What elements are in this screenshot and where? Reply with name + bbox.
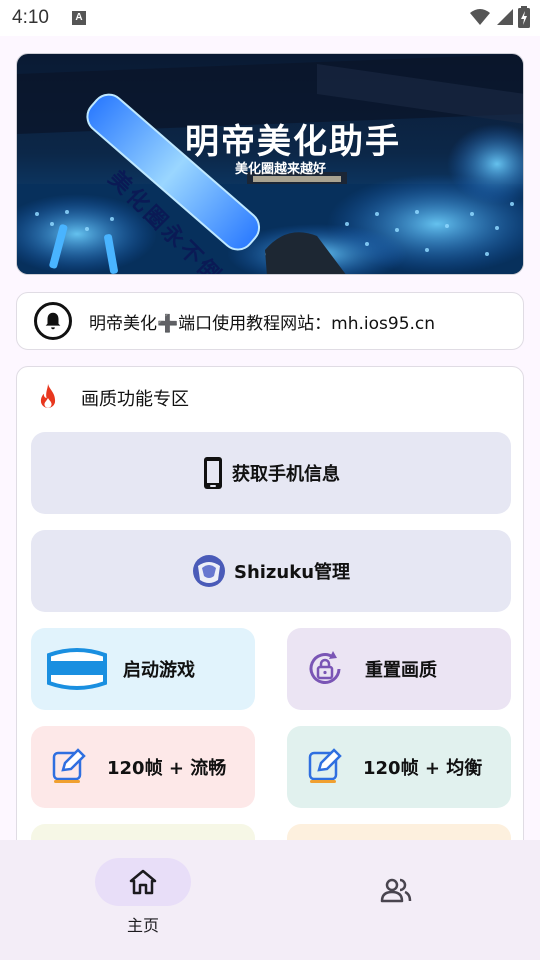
nav-home-button[interactable] xyxy=(95,858,191,906)
start-game-tile[interactable]: 启动游戏 xyxy=(31,628,255,710)
panel-title: 画质功能专区 xyxy=(81,389,189,410)
partial-tile-left[interactable] xyxy=(31,824,255,840)
fps120-smooth-tile[interactable]: 120帧 + 流畅 xyxy=(31,726,255,808)
vr-goggles-icon xyxy=(45,645,109,693)
panel-header: 画质功能专区 xyxy=(31,381,189,415)
nav-home-label: 主页 xyxy=(126,916,159,935)
feature-panel: 画质功能专区 获取手机信息 Shizuku管理 启动游戏 重置画质 120帧 +… xyxy=(16,366,524,840)
main-content[interactable]: 明帝美化助手 美化圈越来越好 美化圈永不倒 明帝美化➕端口使用教程网站：mh.i… xyxy=(0,36,540,840)
fire-icon xyxy=(40,383,56,408)
start-game-label: 启动游戏 xyxy=(123,660,195,681)
notice-card[interactable]: 明帝美化➕端口使用教程网站：mh.ios95.cn xyxy=(16,292,524,350)
banner-title: 明帝美化助手 xyxy=(185,122,401,162)
reset-quality-tile[interactable]: 重置画质 xyxy=(287,628,511,710)
nav-users-button[interactable] xyxy=(366,870,426,910)
notice-text: 明帝美化➕端口使用教程网站：mh.ios95.cn xyxy=(89,313,436,334)
fps120-balanced-tile[interactable]: 120帧 + 均衡 xyxy=(287,726,511,808)
edit-icon xyxy=(51,748,87,786)
fps120-smooth-label: 120帧 + 流畅 xyxy=(107,758,227,779)
banner-subtitle: 美化圈越来越好 xyxy=(235,162,327,177)
battery-icon xyxy=(518,6,530,28)
home-icon xyxy=(129,869,157,895)
bell-icon xyxy=(34,302,72,340)
banner-image: 明帝美化助手 美化圈越来越好 美化圈永不倒 xyxy=(16,53,524,275)
get-phone-info-label: 获取手机信息 xyxy=(232,464,340,485)
shizuku-icon xyxy=(192,554,226,588)
bottom-navigation: 主页 xyxy=(0,840,540,960)
wifi-icon xyxy=(470,9,490,25)
reset-quality-label: 重置画质 xyxy=(365,660,437,681)
status-icons xyxy=(470,6,530,28)
status-bar: 4:10 A xyxy=(0,0,540,36)
status-time: 4:10 xyxy=(12,7,49,28)
edit-icon xyxy=(307,748,343,786)
get-phone-info-button[interactable]: 获取手机信息 xyxy=(31,432,511,514)
notification-icon: A xyxy=(72,11,86,25)
signal-icon xyxy=(497,9,513,25)
shizuku-label: Shizuku管理 xyxy=(233,562,351,583)
fps120-balanced-label: 120帧 + 均衡 xyxy=(363,758,483,779)
lock-reset-icon xyxy=(303,647,347,691)
partial-tile-right[interactable] xyxy=(287,824,511,840)
phone-icon xyxy=(202,456,224,490)
shizuku-button[interactable]: Shizuku管理 xyxy=(31,530,511,612)
users-icon xyxy=(380,878,412,903)
